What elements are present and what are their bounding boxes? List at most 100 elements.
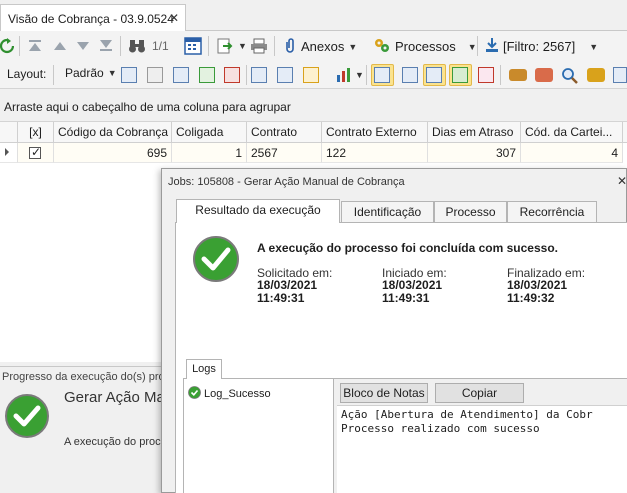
- toolbar-separator: [246, 65, 247, 85]
- import-layout-icon[interactable]: [199, 67, 215, 83]
- table-cell-contrato-externo[interactable]: 122: [322, 143, 428, 163]
- format-icon[interactable]: [303, 67, 319, 83]
- view-mode-3-button[interactable]: [423, 64, 446, 86]
- toolbar-separator: [19, 36, 20, 56]
- tab-processo[interactable]: Processo: [434, 201, 507, 222]
- chevron-down-icon: ▼: [348, 41, 358, 52]
- copy-button[interactable]: Copiar: [435, 383, 524, 403]
- column-header-select[interactable]: [x]: [18, 122, 54, 143]
- view-mode-1-button[interactable]: [371, 64, 394, 86]
- last-record-icon[interactable]: [100, 40, 112, 51]
- toolbar-separator: [120, 36, 121, 56]
- chevron-down-icon: ▼: [589, 41, 599, 52]
- log-text-area[interactable]: Ação [Abertura de Atendimento] da Cobr Pr…: [337, 405, 627, 493]
- document-tab[interactable]: Visão de Cobrança - 03.9.0524 ✕: [0, 4, 186, 31]
- text-style-icon[interactable]: [478, 67, 494, 83]
- column-header-cod-carteira[interactable]: Cód. da Cartei...: [521, 122, 623, 143]
- anexos-label: Anexos: [301, 39, 345, 54]
- progress-message: A execução do proc: [64, 436, 161, 448]
- column-header-coligada[interactable]: Coligada: [172, 122, 247, 143]
- column-header-contrato[interactable]: Contrato: [247, 122, 322, 143]
- column-header-contrato-externo[interactable]: Contrato Externo: [322, 122, 428, 143]
- processos-button[interactable]: Processos ▼: [373, 37, 477, 56]
- logs-panel: Log_Sucesso Bloco de Notas Copiar Ação […: [183, 378, 627, 493]
- group-by-panel[interactable]: Arraste aqui o cabeçalho de uma coluna p…: [0, 89, 627, 122]
- list-item[interactable]: Log_Sucesso: [188, 386, 271, 402]
- main-toolbar: 1/1 ▼ Anexos ▼ Processos ▼ [Filtro: 2567…: [0, 31, 627, 61]
- tab-resultado[interactable]: Resultado da execução: [176, 199, 340, 223]
- save-layout-icon[interactable]: [121, 67, 137, 83]
- document-tab-label: Visão de Cobrança - 03.9.0524: [8, 12, 174, 26]
- chevron-down-icon: ▼: [467, 41, 477, 52]
- more-icon[interactable]: [613, 67, 627, 83]
- log-item-label: Log_Sucesso: [204, 388, 271, 400]
- success-check-icon: [4, 393, 50, 442]
- paperclip-icon: [283, 37, 297, 56]
- progress-title: Gerar Ação Ma: [64, 389, 165, 406]
- team-icon[interactable]: [587, 68, 605, 82]
- grid-view-icon[interactable]: [184, 37, 202, 58]
- next-record-icon[interactable]: [77, 42, 89, 50]
- layout-select[interactable]: Padrão ▼: [65, 66, 117, 80]
- success-check-icon: [188, 386, 201, 402]
- toolbar-separator: [366, 65, 367, 85]
- column-header-codigo[interactable]: Código da Cobrança: [54, 122, 172, 143]
- bar-chart-icon[interactable]: [336, 67, 354, 86]
- row-checkbox[interactable]: ✓: [29, 145, 41, 159]
- anexos-button[interactable]: Anexos ▼: [283, 37, 357, 56]
- tab-recorrencia[interactable]: Recorrência: [507, 201, 597, 222]
- close-icon[interactable]: ✕: [169, 11, 179, 25]
- tab-content: A execução do processo foi concluída com…: [175, 222, 627, 493]
- summary-icon[interactable]: [277, 67, 293, 83]
- column-header-dias-atraso[interactable]: Dias em Atraso: [428, 122, 521, 143]
- notepad-button[interactable]: Bloco de Notas: [340, 383, 428, 403]
- refresh-icon[interactable]: [0, 38, 15, 57]
- toolbar-separator: [500, 65, 501, 85]
- tab-identificacao[interactable]: Identificação: [341, 201, 434, 222]
- search-icon[interactable]: [561, 67, 579, 88]
- filter-button[interactable]: [Filtro: 2567] ▼: [485, 37, 598, 56]
- finalizado-time: 11:49:32: [507, 291, 555, 305]
- sort-icon[interactable]: [251, 67, 267, 83]
- gears-icon: [373, 37, 391, 56]
- job-dialog: Jobs: 105808 - Gerar Ação Manual de Cobr…: [161, 168, 627, 493]
- package-icon[interactable]: [509, 69, 527, 81]
- table-cell-dias-atraso[interactable]: 307: [428, 143, 521, 163]
- row-indicator[interactable]: [0, 143, 18, 163]
- previous-record-icon[interactable]: [54, 42, 66, 50]
- success-check-icon: [192, 235, 240, 286]
- toolbar-separator: [53, 65, 54, 85]
- table-cell-cod-carteira[interactable]: 4: [521, 143, 623, 163]
- filter-icon: [485, 37, 499, 56]
- view-mode-2-icon[interactable]: [402, 67, 418, 83]
- export-icon[interactable]: [217, 38, 235, 57]
- delete-layout-icon[interactable]: [147, 67, 163, 83]
- tab-logs[interactable]: Logs: [186, 359, 222, 379]
- first-record-icon[interactable]: [29, 40, 41, 51]
- printer-icon[interactable]: [250, 38, 268, 57]
- export-layout-icon[interactable]: [224, 67, 240, 83]
- processos-label: Processos: [395, 39, 456, 54]
- view-mode-4-button[interactable]: [449, 64, 472, 86]
- chevron-down-icon[interactable]: ▼: [355, 70, 364, 80]
- users-icon[interactable]: [535, 68, 553, 82]
- toolbar-separator: [274, 36, 275, 56]
- table-cell-codigo[interactable]: 695: [54, 143, 172, 163]
- table-row-select-cell[interactable]: ✓: [18, 143, 54, 163]
- binoculars-icon[interactable]: [128, 38, 146, 57]
- close-icon[interactable]: ✕: [617, 174, 627, 188]
- logs-tree: Log_Sucesso: [184, 379, 334, 493]
- progress-panel: Progresso da execução do(s) pro Gerar Aç…: [0, 366, 165, 493]
- page-indicator: 1/1: [152, 39, 169, 53]
- layout-select-value: Padrão: [65, 66, 104, 80]
- toolbar-separator: [477, 36, 478, 56]
- row-pointer-icon: [5, 148, 9, 156]
- row-indicator-header: [0, 122, 18, 143]
- columns-icon[interactable]: [173, 67, 189, 83]
- log-line: Processo realizado com sucesso: [341, 422, 540, 435]
- chevron-down-icon: ▼: [107, 68, 117, 78]
- chevron-down-icon[interactable]: ▼: [238, 41, 247, 51]
- document-tabstrip: Visão de Cobrança - 03.9.0524 ✕: [0, 0, 627, 31]
- table-cell-contrato[interactable]: 2567: [247, 143, 322, 163]
- table-cell-coligada[interactable]: 1: [172, 143, 247, 163]
